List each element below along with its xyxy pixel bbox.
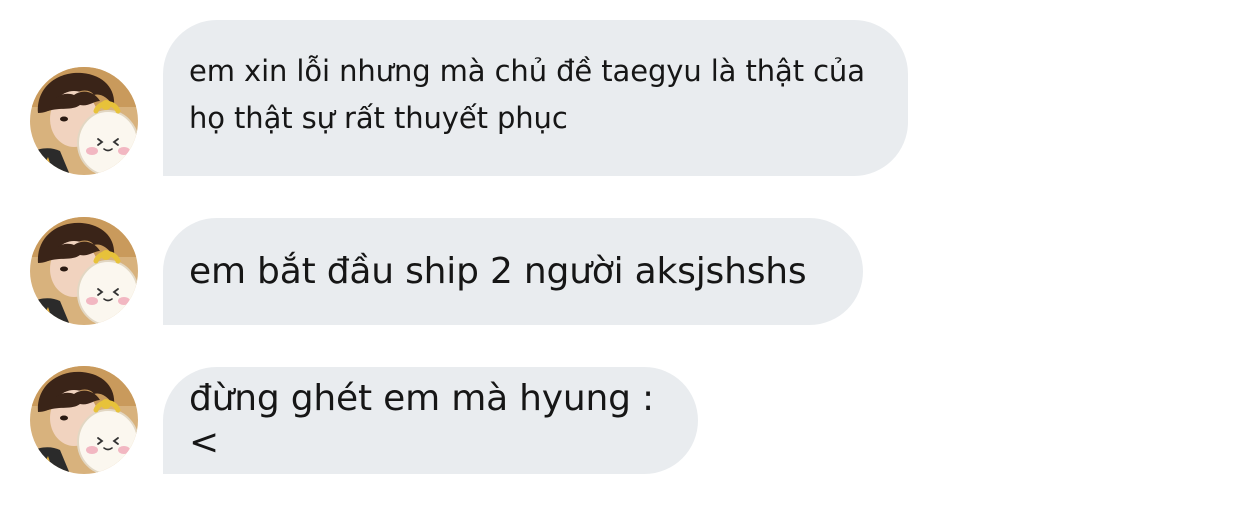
user-avatar-icon[interactable] <box>30 67 138 175</box>
message-text: đừng ghét em mà hyung :< <box>189 377 654 463</box>
avatar-image <box>30 217 138 325</box>
message-bubble[interactable]: em xin lỗi nhưng mà chủ đề taegyu là thậ… <box>163 20 908 176</box>
message-text: em xin lỗi nhưng mà chủ đề taegyu là thậ… <box>189 54 865 135</box>
user-avatar-icon[interactable] <box>30 217 138 325</box>
message-bubble[interactable]: đừng ghét em mà hyung :< <box>163 367 698 474</box>
message-bubble[interactable]: em bắt đầu ship 2 người aksjshshs <box>163 218 863 325</box>
user-avatar-icon[interactable] <box>30 366 138 474</box>
avatar-image <box>30 67 138 175</box>
avatar-image <box>30 366 138 474</box>
message-text: em bắt đầu ship 2 người aksjshshs <box>189 250 807 292</box>
